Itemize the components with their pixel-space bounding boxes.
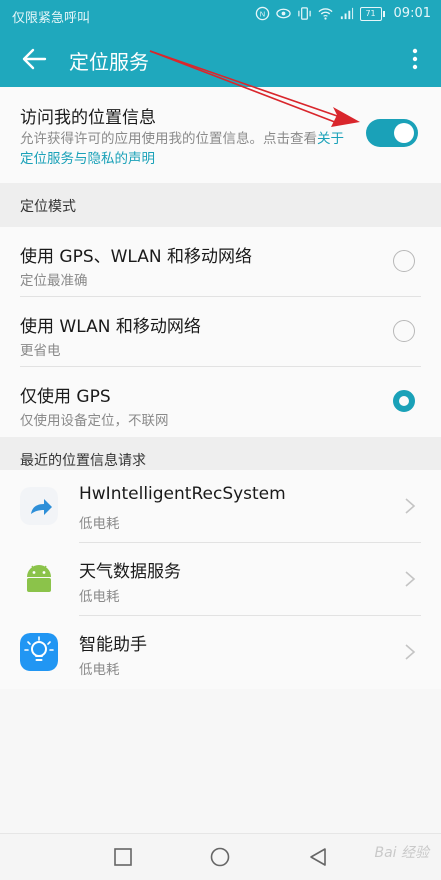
radio-button-selected[interactable] bbox=[393, 390, 415, 412]
recent-requests-header-label: 最近的位置信息请求 bbox=[20, 453, 146, 469]
radio-button[interactable] bbox=[393, 250, 415, 272]
lightbulb-icon bbox=[20, 633, 58, 671]
circle-icon[interactable] bbox=[209, 846, 231, 868]
mode-option-label: 使用 GPS、WLAN 和移动网络 bbox=[20, 247, 253, 267]
page-title: 定位服务 bbox=[69, 50, 149, 74]
status-icons: N 71 09:01 bbox=[255, 6, 431, 21]
mode-option-high-accuracy[interactable]: 使用 GPS、WLAN 和移动网络 定位最准确 bbox=[0, 227, 441, 297]
eye-icon bbox=[275, 8, 291, 19]
mode-option-sub: 定位最准确 bbox=[20, 273, 88, 289]
mode-option-label: 仅使用 GPS bbox=[20, 387, 111, 407]
vibrate-icon bbox=[297, 7, 311, 20]
chevron-right-icon bbox=[405, 498, 416, 514]
app-usage: 低电耗 bbox=[79, 662, 120, 678]
toggle-knob bbox=[394, 123, 414, 143]
app-usage: 低电耗 bbox=[79, 516, 120, 532]
battery-icon: 71 bbox=[359, 6, 385, 21]
chevron-right-icon bbox=[405, 644, 416, 660]
location-mode-header: 定位模式 bbox=[0, 183, 441, 227]
signal-icon bbox=[340, 7, 353, 20]
wifi-icon bbox=[318, 8, 333, 20]
system-nav-bar: Bai 经验 bbox=[0, 833, 441, 880]
clock: 09:01 bbox=[393, 6, 431, 21]
share-arrow-icon bbox=[20, 487, 58, 525]
app-usage: 低电耗 bbox=[79, 589, 120, 605]
app-name: 智能助手 bbox=[79, 635, 147, 655]
location-access-description: 允许获得许可的应用使用我的位置信息。点击查看关于定位服务与隐私的声明 bbox=[20, 129, 350, 169]
svg-text:N: N bbox=[259, 9, 264, 18]
app-row-smart-assistant[interactable]: 智能助手 低电耗 bbox=[0, 616, 441, 689]
mode-option-sub: 仅使用设备定位，不联网 bbox=[20, 413, 169, 429]
arrow-left-icon[interactable] bbox=[20, 45, 48, 73]
square-icon[interactable] bbox=[112, 846, 134, 868]
chevron-right-icon bbox=[405, 571, 416, 587]
nfc-icon: N bbox=[255, 6, 269, 21]
app-bar: 定位服务 bbox=[0, 31, 441, 87]
location-mode-header-label: 定位模式 bbox=[20, 199, 76, 215]
mode-option-label: 使用 WLAN 和移动网络 bbox=[20, 317, 201, 337]
status-bar: 仅限紧急呼叫 N 71 09:01 bbox=[0, 0, 441, 31]
location-access-title: 访问我的位置信息 bbox=[20, 108, 156, 128]
watermark: Bai 经验 bbox=[374, 845, 429, 861]
app-name: 天气数据服务 bbox=[79, 562, 181, 582]
location-access-desc-text: 允许获得许可的应用使用我的位置信息。点击查看 bbox=[20, 131, 317, 147]
android-icon bbox=[20, 560, 58, 598]
more-vertical-icon[interactable] bbox=[403, 45, 427, 73]
radio-button[interactable] bbox=[393, 320, 415, 342]
app-row-hwintelligentrecsystem[interactable]: HwIntelligentRecSystem 低电耗 bbox=[0, 470, 441, 543]
triangle-back-icon[interactable] bbox=[307, 846, 329, 868]
app-row-weather-data-service[interactable]: 天气数据服务 低电耗 bbox=[0, 543, 441, 616]
mode-option-battery-saving[interactable]: 使用 WLAN 和移动网络 更省电 bbox=[0, 297, 441, 367]
carrier-text: 仅限紧急呼叫 bbox=[12, 11, 91, 26]
mode-option-device-only[interactable]: 仅使用 GPS 仅使用设备定位，不联网 bbox=[0, 367, 441, 437]
app-name: HwIntelligentRecSystem bbox=[79, 484, 286, 504]
location-access-toggle[interactable] bbox=[366, 119, 418, 147]
mode-option-sub: 更省电 bbox=[20, 343, 61, 359]
